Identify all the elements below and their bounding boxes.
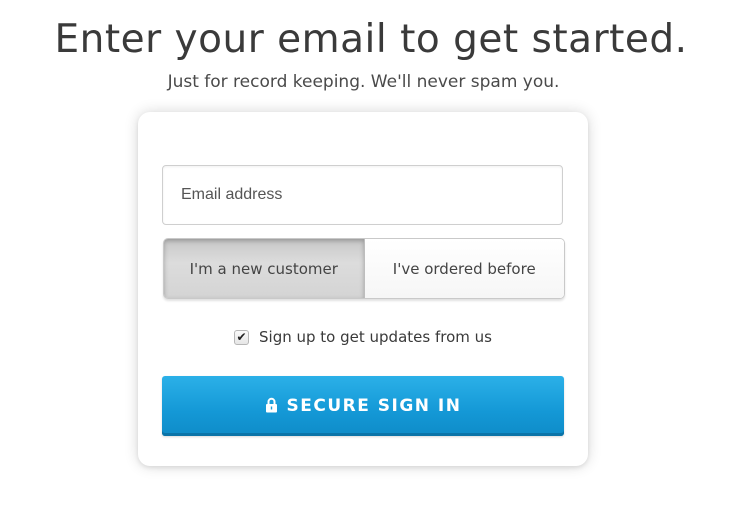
new-customer-label: I'm a new customer <box>189 259 338 278</box>
sign-in-label: SECURE SIGN IN <box>286 396 462 416</box>
email-field[interactable] <box>162 165 563 225</box>
new-customer-option[interactable]: I'm a new customer <box>164 239 365 298</box>
checkmark-icon: ✔ <box>236 330 247 344</box>
page-title: Enter your email to get started. <box>54 17 688 62</box>
returning-customer-label: I've ordered before <box>392 259 536 278</box>
page-subtitle: Just for record keeping. We'll never spa… <box>167 72 560 92</box>
newsletter-label[interactable]: Sign up to get updates from us <box>259 328 492 346</box>
newsletter-checkbox[interactable]: ✔ <box>234 329 250 345</box>
customer-type-toggle: I'm a new customer I've ordered before <box>163 238 565 299</box>
signin-card: I'm a new customer I've ordered before ✔… <box>138 112 588 466</box>
secure-sign-in-button[interactable]: SECURE SIGN IN <box>162 376 564 436</box>
returning-customer-option[interactable]: I've ordered before <box>364 239 564 298</box>
lock-icon <box>265 397 277 413</box>
newsletter-row: ✔ Sign up to get updates from us <box>138 328 588 346</box>
